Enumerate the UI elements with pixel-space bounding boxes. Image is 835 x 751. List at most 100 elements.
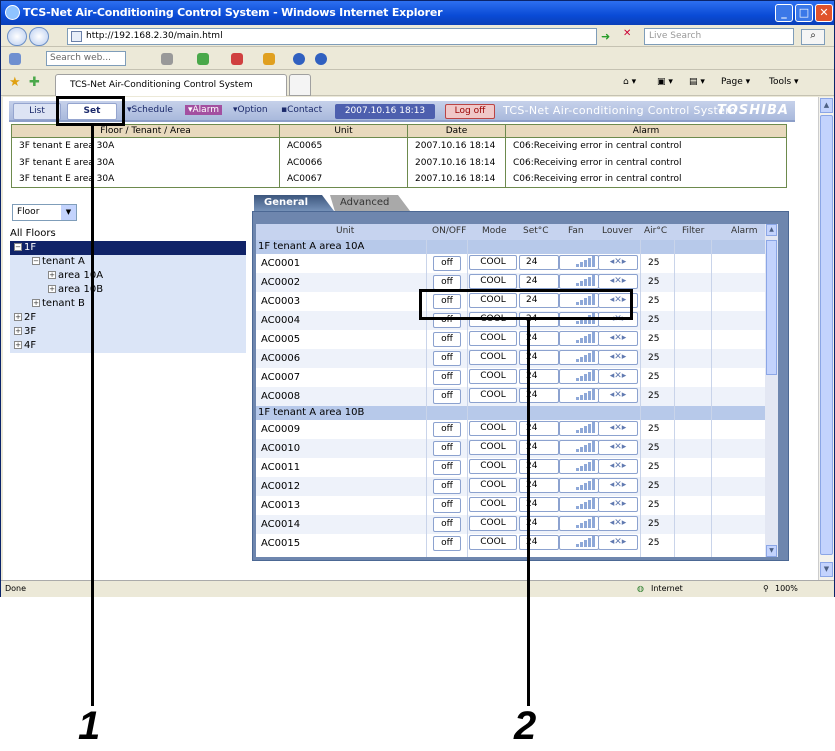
tree-node-2f[interactable]: +2F — [10, 311, 246, 325]
fan-speed-icon[interactable] — [559, 535, 599, 550]
onoff-button[interactable]: off — [433, 460, 461, 475]
louver-icon[interactable]: ◂✕▸ — [598, 440, 638, 455]
collapse-icon[interactable]: − — [14, 243, 22, 251]
expand-icon[interactable]: + — [32, 299, 40, 307]
onoff-button[interactable]: off — [433, 441, 461, 456]
setpoint-field[interactable]: 24 — [519, 535, 559, 550]
setpoint-field[interactable]: 24 — [519, 331, 559, 346]
table-row[interactable]: AC0014 off COOL 24 ◂✕▸ 25 — [256, 515, 765, 534]
table-row[interactable]: AC0001 off COOL 24 ◂✕▸ 25 — [256, 254, 765, 273]
tree-node-area-10b[interactable]: + area 10B — [10, 283, 246, 297]
fan-speed-icon[interactable] — [559, 350, 599, 365]
scroll-up-icon[interactable]: ▲ — [820, 98, 833, 113]
go-icon[interactable]: ➜ — [601, 30, 610, 43]
louver-icon[interactable]: ◂✕▸ — [598, 369, 638, 384]
setpoint-field[interactable]: 24 — [519, 440, 559, 455]
table-row[interactable]: AC0015 off COOL 24 ◂✕▸ 25 — [256, 534, 765, 553]
fan-speed-icon[interactable] — [559, 369, 599, 384]
table-row[interactable]: AC0006 off COOL 24 ◂✕▸ 25 — [256, 349, 765, 368]
address-bar[interactable]: http://192.168.2.30/main.html — [67, 28, 597, 45]
onoff-button[interactable]: off — [433, 256, 461, 271]
favorites-star-icon[interactable]: ★ — [9, 75, 21, 90]
zoom-level[interactable]: 100% — [775, 581, 798, 597]
setpoint-field[interactable]: 24 — [519, 459, 559, 474]
onoff-button[interactable]: off — [433, 370, 461, 385]
toolbar-green-icon[interactable] — [197, 53, 209, 65]
expand-icon[interactable]: + — [48, 285, 56, 293]
expand-icon[interactable]: + — [14, 341, 22, 349]
onoff-button[interactable]: off — [433, 498, 461, 513]
collapse-icon[interactable]: − — [32, 257, 40, 265]
tools-menu[interactable]: Tools ▾ — [769, 77, 799, 87]
tree-node-area-10a[interactable]: + area 10A — [10, 269, 246, 283]
louver-icon[interactable]: ◂✕▸ — [598, 497, 638, 512]
onoff-button[interactable]: off — [433, 422, 461, 437]
mode-button[interactable]: COOL — [469, 516, 517, 531]
logoff-button[interactable]: Log off — [445, 104, 495, 119]
table-row[interactable]: AC0007 off COOL 24 ◂✕▸ 25 — [256, 368, 765, 387]
tree-node-tenant-b[interactable]: + tenant B — [10, 297, 246, 311]
fan-speed-icon[interactable] — [559, 440, 599, 455]
onoff-button[interactable]: off — [433, 275, 461, 290]
option-menu[interactable]: ▾Option — [233, 105, 268, 115]
mode-button[interactable]: COOL — [469, 274, 517, 289]
tab-advanced[interactable]: Advanced — [330, 195, 410, 211]
back-icon[interactable] — [7, 27, 27, 46]
table-row[interactable]: AC0013 off COOL 24 ◂✕▸ 25 — [256, 496, 765, 515]
mode-button[interactable]: COOL — [469, 535, 517, 550]
minimize-button[interactable]: _ — [775, 4, 793, 22]
setpoint-field[interactable]: 24 — [519, 388, 559, 403]
close-button[interactable]: ✕ — [815, 4, 833, 22]
table-row[interactable]: AC0005 off COOL 24 ◂✕▸ 25 — [256, 330, 765, 349]
table-row[interactable]: AC0009 off COOL 24 ◂✕▸ 25 — [256, 420, 765, 439]
setpoint-field[interactable]: 24 — [519, 421, 559, 436]
new-tab-button[interactable] — [289, 74, 311, 96]
fan-speed-icon[interactable] — [559, 421, 599, 436]
toolbar-orange-icon[interactable] — [263, 53, 275, 65]
toolbar-page-icon[interactable] — [161, 53, 173, 65]
fan-speed-icon[interactable] — [559, 459, 599, 474]
tree-node-tenant-a[interactable]: − tenant A — [10, 255, 246, 269]
grid-scrollbar[interactable]: ▲ ▼ — [765, 224, 778, 557]
search-icon[interactable]: ⌕ — [801, 29, 825, 45]
scroll-up-icon[interactable]: ▲ — [766, 224, 777, 236]
expand-icon[interactable]: + — [48, 271, 56, 279]
louver-icon[interactable]: ◂✕▸ — [598, 331, 638, 346]
louver-icon[interactable]: ◂✕▸ — [598, 459, 638, 474]
mode-button[interactable]: COOL — [469, 497, 517, 512]
tree-node-1f[interactable]: −1F — [10, 241, 246, 255]
mode-button[interactable]: COOL — [469, 255, 517, 270]
setpoint-field[interactable]: 24 — [519, 274, 559, 289]
fan-speed-icon[interactable] — [559, 388, 599, 403]
mode-button[interactable]: COOL — [469, 331, 517, 346]
alarm-menu[interactable]: ▾Alarm — [185, 105, 222, 115]
table-row[interactable]: 3F tenant E area 30A AC0067 2007.10.16 1… — [11, 170, 787, 188]
search-input[interactable]: Live Search — [644, 28, 794, 45]
fan-speed-icon[interactable] — [559, 497, 599, 512]
setpoint-field[interactable]: 24 — [519, 516, 559, 531]
floor-select[interactable]: Floor ▼ — [12, 204, 77, 221]
mode-button[interactable]: COOL — [469, 459, 517, 474]
louver-icon[interactable]: ◂✕▸ — [598, 350, 638, 365]
tree-node-3f[interactable]: +3F — [10, 325, 246, 339]
table-row[interactable]: 3F tenant E area 30A AC0066 2007.10.16 1… — [11, 154, 787, 171]
stop-icon[interactable]: ✕ — [623, 28, 631, 39]
tab-general[interactable]: General — [254, 195, 334, 211]
setpoint-field[interactable]: 24 — [519, 350, 559, 365]
onoff-button[interactable]: off — [433, 332, 461, 347]
feeds-icon[interactable]: ▣ ▾ — [657, 77, 673, 87]
louver-icon[interactable]: ◂✕▸ — [598, 535, 638, 550]
home-icon[interactable]: ⌂ ▾ — [623, 77, 636, 87]
mode-button[interactable]: COOL — [469, 421, 517, 436]
mode-button[interactable]: COOL — [469, 369, 517, 384]
table-row[interactable]: AC0008 off COOL 24 ◂✕▸ 25 — [256, 387, 765, 406]
expand-icon[interactable]: + — [14, 313, 22, 321]
onoff-button[interactable]: off — [433, 517, 461, 532]
setpoint-field[interactable]: 24 — [519, 497, 559, 512]
scroll-thumb[interactable] — [820, 115, 833, 555]
chevron-down-icon[interactable]: ▼ — [61, 205, 76, 220]
mode-button[interactable]: COOL — [469, 388, 517, 403]
scroll-down-icon[interactable]: ▼ — [766, 545, 777, 557]
contact-menu[interactable]: ▪Contact — [281, 105, 322, 115]
fan-speed-icon[interactable] — [559, 478, 599, 493]
